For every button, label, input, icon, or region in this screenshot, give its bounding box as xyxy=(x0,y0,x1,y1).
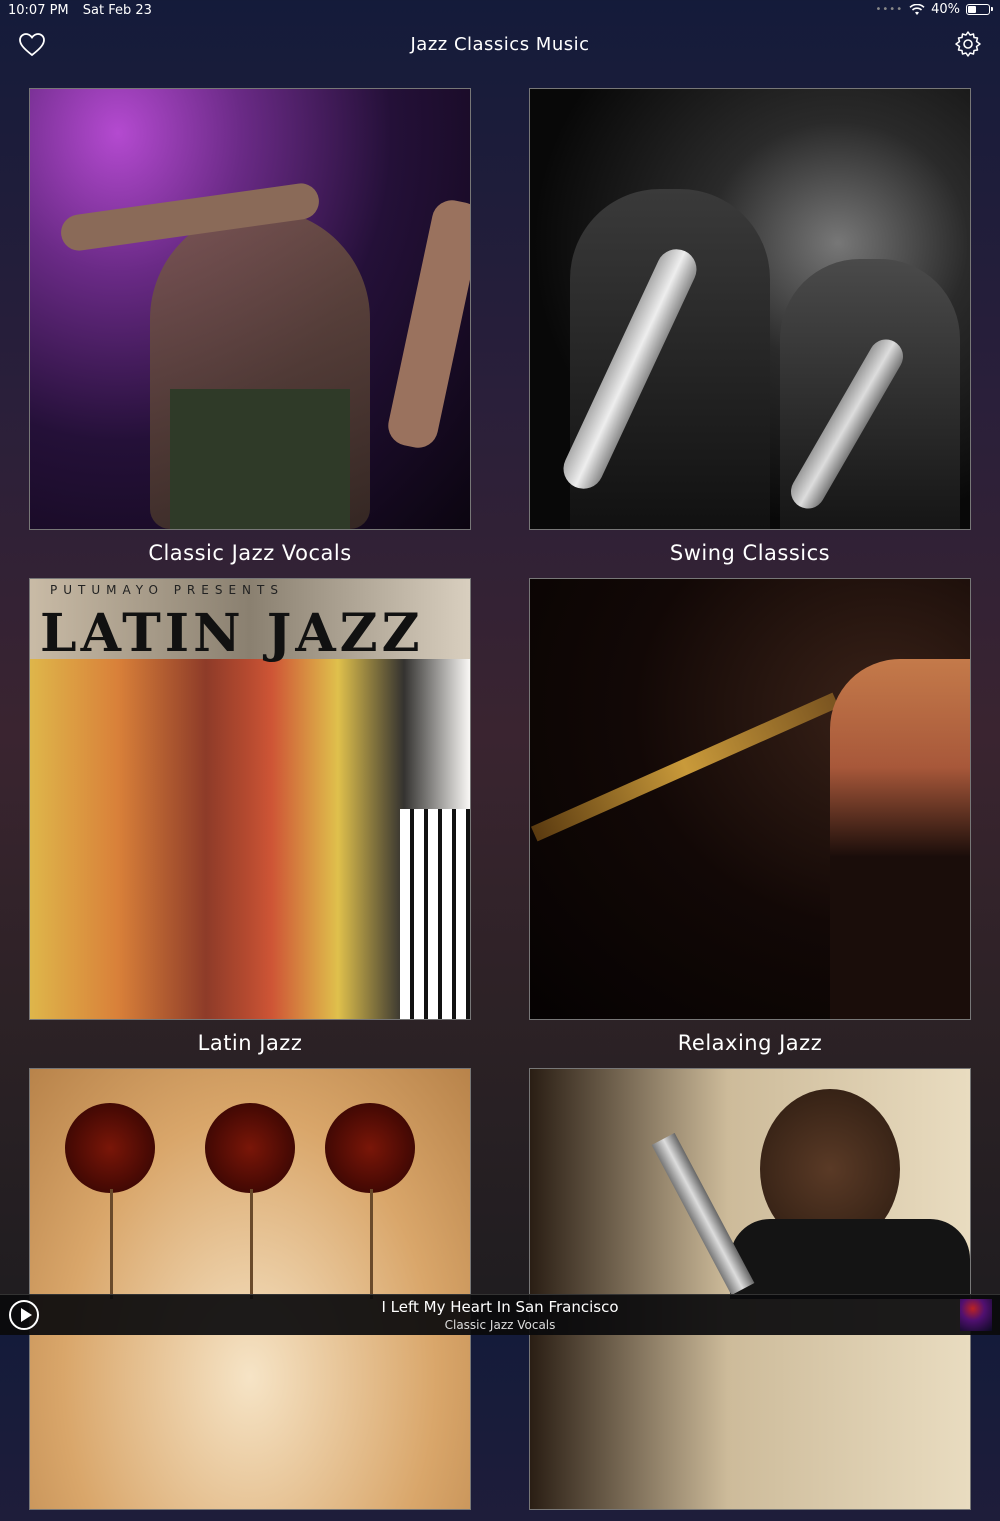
category-artwork: PUTUMAYO PRESENTS LATIN JAZZ xyxy=(29,578,471,1020)
settings-gear-icon[interactable] xyxy=(954,30,982,58)
artwork-title: LATIN JAZZ xyxy=(40,603,424,664)
signal-dots-icon: •••• xyxy=(875,4,904,15)
category-tile-relaxing-jazz[interactable]: Relaxing Jazz xyxy=(529,578,971,1055)
status-date: Sat Feb 23 xyxy=(82,3,152,18)
battery-icon xyxy=(966,4,993,15)
category-artwork xyxy=(529,1068,971,1510)
wifi-icon xyxy=(909,3,925,15)
category-artwork xyxy=(29,1068,471,1510)
category-tile-latin-jazz[interactable]: PUTUMAYO PRESENTS LATIN JAZZ Latin Jazz xyxy=(29,578,471,1055)
now-playing-artwork[interactable] xyxy=(960,1299,992,1331)
category-artwork xyxy=(29,88,471,530)
category-label: Relaxing Jazz xyxy=(677,1031,823,1055)
now-playing-title: I Left My Heart In San Francisco xyxy=(381,1298,619,1316)
status-bar: 10:07 PM Sat Feb 23 •••• 40% xyxy=(0,0,1000,22)
now-playing-bar[interactable]: I Left My Heart In San Francisco Classic… xyxy=(0,1294,1000,1335)
category-tile-swing-classics[interactable]: Swing Classics xyxy=(529,88,971,565)
artwork-caption: PUTUMAYO PRESENTS xyxy=(50,583,284,597)
battery-fill xyxy=(968,6,976,13)
battery-percent: 40% xyxy=(931,2,960,17)
navigation-bar: Jazz Classics Music xyxy=(0,22,1000,68)
category-label: Swing Classics xyxy=(669,541,831,565)
category-label: Classic Jazz Vocals xyxy=(148,541,352,565)
now-playing-subtitle: Classic Jazz Vocals xyxy=(444,1318,556,1332)
category-artwork xyxy=(529,88,971,530)
page-title: Jazz Classics Music xyxy=(410,34,590,55)
category-artwork xyxy=(529,578,971,1020)
status-time: 10:07 PM xyxy=(8,3,69,18)
category-tile-classic-jazz-vocals[interactable]: Classic Jazz Vocals xyxy=(29,88,471,565)
category-label: Latin Jazz xyxy=(197,1031,303,1055)
